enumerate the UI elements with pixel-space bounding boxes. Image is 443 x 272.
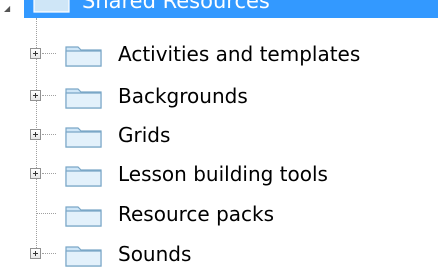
- tree-item-label: Resource packs: [118, 202, 275, 226]
- tree-item-sounds[interactable]: Sounds: [0, 236, 443, 272]
- tree-item-lesson-building-tools[interactable]: Lesson building tools: [0, 156, 443, 192]
- expand-icon[interactable]: [30, 48, 41, 59]
- tree-item-label: Grids: [118, 123, 171, 147]
- tree-item-grids[interactable]: Grids: [0, 117, 443, 153]
- folder-icon: [65, 46, 102, 67]
- folder-icon: [65, 166, 102, 187]
- tree-connector: [37, 213, 56, 214]
- tree-connector: [42, 134, 56, 135]
- expand-icon[interactable]: [30, 129, 41, 140]
- expand-icon[interactable]: [30, 90, 41, 101]
- tree-item-activities-and-templates[interactable]: Activities and templates: [0, 36, 443, 72]
- tree-item-backgrounds[interactable]: Backgrounds: [0, 78, 443, 114]
- expand-icon[interactable]: [30, 248, 41, 259]
- tree-root-shared-resources[interactable]: ◢ Shared Resources: [0, 0, 443, 18]
- tree-connector: [42, 53, 56, 54]
- tree-connector: [42, 173, 56, 174]
- collapse-icon[interactable]: ◢: [4, 4, 13, 13]
- selection-highlight: Shared Resources: [24, 0, 438, 18]
- tree-item-resource-packs[interactable]: Resource packs: [0, 196, 443, 232]
- folder-tree: ◢ Shared Resources Activities and templa…: [0, 0, 443, 267]
- tree-root-label: Shared Resources: [82, 0, 270, 13]
- folder-icon: [65, 246, 102, 267]
- tree-item-label: Backgrounds: [118, 84, 248, 108]
- expand-icon[interactable]: [30, 168, 41, 179]
- tree-item-label: Lesson building tools: [118, 162, 328, 186]
- folder-icon: [65, 127, 102, 148]
- folder-icon: [65, 206, 102, 227]
- tree-item-label: Activities and templates: [118, 42, 361, 66]
- folder-icon: [65, 88, 102, 109]
- tree-connector: [42, 253, 56, 254]
- tree-item-label: Sounds: [118, 242, 192, 266]
- tree-connector: [42, 95, 56, 96]
- folder-icon: [33, 0, 70, 13]
